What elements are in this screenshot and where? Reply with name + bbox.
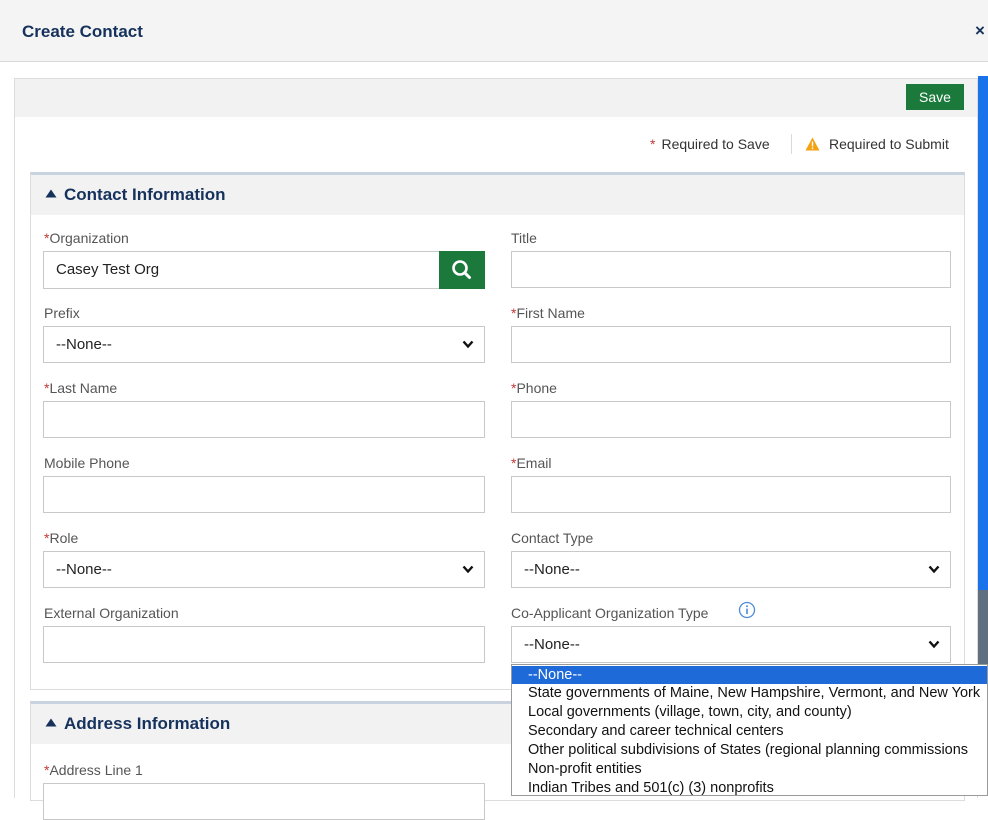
phone-label: *Phone bbox=[511, 380, 557, 396]
chevron-down-icon bbox=[928, 565, 940, 574]
search-icon bbox=[452, 260, 471, 279]
contact-type-value: --None-- bbox=[524, 561, 580, 578]
organization-label: *Organization bbox=[44, 230, 129, 246]
prefix-value: --None-- bbox=[56, 336, 112, 353]
modal-header: Create Contact × bbox=[0, 0, 988, 62]
required-to-save-legend: * Required to Save bbox=[650, 136, 770, 152]
chevron-down-icon bbox=[928, 640, 940, 649]
phone-input[interactable] bbox=[511, 401, 951, 438]
role-select[interactable]: --None-- bbox=[43, 551, 485, 588]
required-marker: * bbox=[650, 136, 656, 152]
organization-input[interactable]: Casey Test Org bbox=[43, 251, 440, 289]
contact-section-header[interactable]: Contact Information bbox=[31, 175, 964, 215]
address-section-title: Address Information bbox=[64, 714, 231, 733]
last-name-input[interactable] bbox=[43, 401, 485, 438]
external-organization-label: External Organization bbox=[44, 605, 179, 621]
first-name-label: *First Name bbox=[511, 305, 585, 321]
dropdown-option[interactable]: Indian Tribes and 501(c) (3) nonprofits bbox=[512, 779, 987, 795]
chevron-down-icon bbox=[462, 565, 474, 574]
collapse-triangle-icon bbox=[45, 189, 57, 198]
organization-search-button[interactable] bbox=[439, 251, 485, 289]
legend-divider bbox=[791, 134, 792, 154]
co-applicant-type-label: Co-Applicant Organization Type bbox=[511, 605, 709, 621]
role-value: --None-- bbox=[56, 561, 112, 578]
title-input[interactable] bbox=[511, 251, 951, 288]
prefix-label: Prefix bbox=[44, 305, 80, 321]
dropdown-option[interactable]: Local governments (village, town, city, … bbox=[512, 703, 987, 721]
contact-section-title: Contact Information bbox=[64, 185, 226, 204]
dropdown-option[interactable]: Secondary and career technical centers bbox=[512, 722, 987, 740]
modal-title: Create Contact bbox=[22, 22, 143, 41]
form-toolbar bbox=[15, 79, 977, 117]
last-name-label: *Last Name bbox=[44, 380, 118, 396]
co-applicant-type-dropdown[interactable]: --None-- State governments of Maine, New… bbox=[511, 664, 988, 796]
collapse-triangle-icon bbox=[45, 718, 57, 727]
dropdown-option[interactable]: --None-- bbox=[512, 666, 987, 684]
dropdown-option[interactable]: Non-profit entities bbox=[512, 760, 987, 778]
first-name-input[interactable] bbox=[511, 326, 951, 363]
required-to-submit-label: Required to Submit bbox=[829, 136, 949, 152]
warning-icon bbox=[805, 137, 820, 151]
prefix-select[interactable]: --None-- bbox=[43, 326, 485, 363]
info-icon[interactable] bbox=[738, 601, 756, 619]
role-label: *Role bbox=[44, 530, 79, 546]
address-line1-label: *Address Line 1 bbox=[44, 762, 143, 778]
mobile-phone-label: Mobile Phone bbox=[44, 455, 130, 471]
email-label: *Email bbox=[511, 455, 552, 471]
co-applicant-type-value: --None-- bbox=[524, 636, 580, 653]
organization-value: Casey Test Org bbox=[56, 261, 160, 278]
address-line1-input[interactable] bbox=[43, 783, 485, 820]
dropdown-option[interactable]: State governments of Maine, New Hampshir… bbox=[512, 684, 987, 702]
contact-type-label: Contact Type bbox=[511, 530, 594, 546]
co-applicant-type-select[interactable]: --None-- bbox=[511, 626, 951, 663]
dropdown-option[interactable]: Other political subdivisions of States (… bbox=[512, 741, 987, 759]
save-button[interactable]: Save bbox=[906, 84, 964, 110]
mobile-phone-input[interactable] bbox=[43, 476, 485, 513]
close-button[interactable]: × bbox=[975, 21, 985, 41]
external-organization-input[interactable] bbox=[43, 626, 485, 663]
required-to-save-label: Required to Save bbox=[661, 136, 770, 152]
email-input[interactable] bbox=[511, 476, 951, 513]
title-label: Title bbox=[511, 230, 537, 246]
contact-type-select[interactable]: --None-- bbox=[511, 551, 951, 588]
chevron-down-icon bbox=[462, 340, 474, 349]
